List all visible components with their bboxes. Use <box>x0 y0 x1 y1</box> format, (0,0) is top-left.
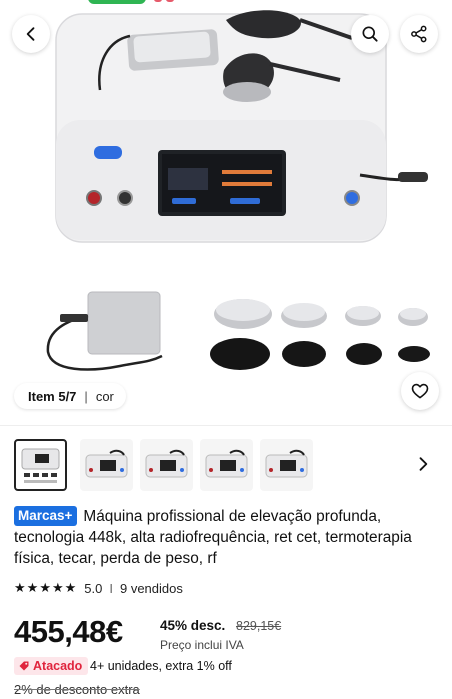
thumbnail-item[interactable] <box>80 439 133 491</box>
thumbnail-image <box>265 449 308 478</box>
share-icon <box>411 25 427 43</box>
chevron-right-icon[interactable] <box>413 454 433 474</box>
wholesale-badge-label: Atacado <box>33 659 83 673</box>
thumbnail-image <box>205 449 248 478</box>
rating-row[interactable]: ★ ★ ★ ★ ★ 5.0 I 9 vendidos <box>14 580 183 596</box>
wholesale-text: 4+ unidades, extra 1% off <box>90 659 232 673</box>
brand-badge[interactable]: Marcas+ <box>14 506 78 526</box>
original-price: 829,15€ <box>236 619 282 633</box>
search-button[interactable] <box>351 15 389 53</box>
wholesale-badge[interactable]: Atacado <box>14 657 89 675</box>
thumbnail-item[interactable] <box>14 439 67 491</box>
tax-note: Preço inclui IVA <box>160 638 244 652</box>
thumbnail-image <box>85 449 128 478</box>
counter-separator: | <box>84 388 88 404</box>
rating-separator: I <box>109 580 113 596</box>
star-icon: ★ <box>26 580 39 595</box>
star-rating: ★ ★ ★ ★ ★ <box>14 580 76 596</box>
product-page: Item 5/7 | cor Marcas+ Máquina profissio… <box>0 0 452 699</box>
current-price: 455,48€ <box>14 614 123 649</box>
thumbnail-image <box>21 448 60 483</box>
product-image-gallery[interactable]: Item 5/7 | cor <box>0 0 452 425</box>
thumbnail-item[interactable] <box>200 439 253 491</box>
discount-label: 45% desc. <box>160 618 226 633</box>
star-icon: ★ <box>64 580 77 595</box>
thumbnail-image <box>145 449 188 478</box>
back-button[interactable] <box>12 15 50 53</box>
star-icon: ★ <box>39 580 51 595</box>
extra-discount: 2% de desconto extra <box>14 682 140 697</box>
sold-count: 9 vendidos <box>119 580 183 596</box>
tag-icon <box>19 661 29 671</box>
star-icon: ★ <box>51 580 64 595</box>
thumbnail-strip <box>0 425 452 499</box>
chevron-left-icon <box>26 27 35 41</box>
option-label: cor <box>95 388 114 404</box>
wishlist-button[interactable] <box>401 372 439 410</box>
thumbnail-item[interactable] <box>140 439 193 491</box>
product-title: Marcas+ Máquina profissional de elevação … <box>14 506 440 569</box>
product-image <box>46 0 430 371</box>
search-icon <box>362 26 378 42</box>
heart-icon <box>411 383 429 399</box>
rating-value: 5.0 <box>84 580 103 596</box>
thumbnail-item[interactable] <box>260 439 313 491</box>
star-icon: ★ <box>14 580 26 595</box>
image-counter-text: Item 5/7 <box>28 388 77 404</box>
image-counter[interactable]: Item 5/7 | cor <box>14 383 126 409</box>
share-button[interactable] <box>400 15 438 53</box>
